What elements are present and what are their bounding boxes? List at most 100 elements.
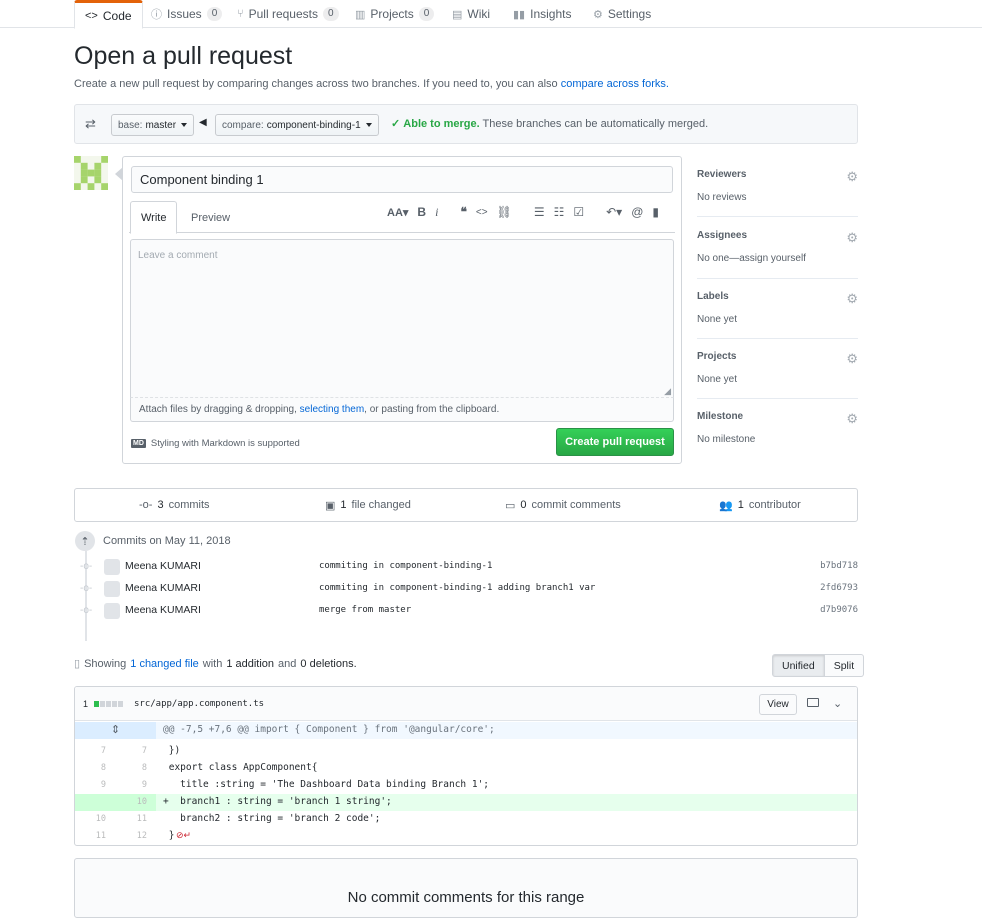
file-diff: 1 src/app/app.component.ts View ⌄ ⇕ @@ -… [74, 686, 858, 846]
tab-settings[interactable]: ⚙ Settings [593, 0, 651, 28]
comments-label: commit comments [531, 499, 621, 511]
merge-status-text: Able to merge. [403, 118, 480, 130]
quote-icon[interactable]: ❝ [460, 205, 466, 219]
line-code: export class AppComponent{ [163, 762, 318, 773]
display-rich-diff-icon[interactable] [807, 698, 819, 707]
numbered-list-icon[interactable]: ☷ [554, 205, 565, 219]
gear-icon[interactable]: ⚙ [846, 291, 858, 307]
compare-forks-link[interactable]: compare across forks. [561, 78, 669, 90]
new-line-number[interactable]: 7 [107, 746, 147, 756]
markdown-toolbar: AA▾ B i ❝ <> ⛓ ☰ ☷ ☑ ↶▾ @ ▮ [387, 203, 659, 221]
task-list-icon[interactable]: ☑ [573, 205, 584, 219]
comments-stat[interactable]: ▭ 0 commit comments [505, 489, 621, 521]
commit-author[interactable]: Meena KUMARI [125, 604, 201, 616]
tab-label: Wiki [467, 7, 491, 21]
tab-insights[interactable]: ▮▮ Insights [513, 0, 571, 28]
reply-icon[interactable]: ↶▾ [606, 205, 622, 219]
old-line-number[interactable]: 11 [75, 831, 106, 841]
commit-message[interactable]: merge from master [319, 605, 411, 615]
commit-sha[interactable]: b7bd718 [820, 561, 858, 571]
tab-preview[interactable]: Preview [181, 201, 240, 234]
new-line-number[interactable]: 11 [107, 814, 147, 824]
tab-code[interactable]: <> Code [74, 0, 143, 29]
attach-prefix: Attach files by dragging & dropping, [139, 404, 297, 415]
new-line-number[interactable]: 8 [107, 763, 147, 773]
split-view-button[interactable]: Split [824, 654, 865, 677]
code-icon[interactable]: <> [476, 207, 488, 218]
user-avatar[interactable] [74, 156, 108, 190]
comments-count: 0 [520, 499, 527, 511]
italic-icon[interactable]: i [435, 205, 438, 220]
contributors-stat[interactable]: 👥 1 contributor [719, 489, 801, 521]
markdown-note[interactable]: MD Styling with Markdown is supported [131, 438, 300, 449]
tab-issues[interactable]: ⓘ Issues 0 [151, 0, 223, 28]
pr-title-input[interactable] [131, 166, 673, 193]
sidebar-projects[interactable]: Projects ⚙ None yet [697, 351, 858, 385]
new-line-number[interactable]: 12 [107, 831, 147, 841]
avatar[interactable] [104, 559, 120, 575]
commit-author[interactable]: Meena KUMARI [125, 582, 201, 594]
new-line-number[interactable]: 10 [107, 797, 147, 807]
select-files-link[interactable]: selecting them [300, 404, 364, 415]
base-branch-select[interactable]: base: master [111, 114, 195, 136]
expand-icon[interactable]: ⇕ [75, 722, 156, 739]
tab-label: Issues [167, 7, 202, 21]
gear-icon[interactable]: ⚙ [846, 169, 858, 185]
old-line-number[interactable]: 10 [75, 814, 106, 824]
tab-wiki[interactable]: ▤ Wiki [452, 0, 490, 28]
comment-textarea[interactable]: Leave a comment ◢ [130, 239, 674, 398]
gear-icon[interactable]: ⚙ [846, 411, 858, 427]
comment-placeholder: Leave a comment [138, 250, 218, 261]
attach-files-bar[interactable]: Attach files by dragging & dropping, sel… [130, 398, 674, 422]
old-line-number[interactable]: 7 [75, 746, 106, 756]
resize-handle-icon[interactable]: ◢ [664, 386, 671, 397]
subtitle-text: Create a new pull request by comparing c… [74, 78, 558, 90]
bullet-list-icon[interactable]: ☰ [534, 205, 545, 219]
sidebar-assignees[interactable]: Assignees ⚙ No one—assign yourself [697, 230, 858, 264]
view-file-button[interactable]: View [759, 694, 797, 715]
bold-icon[interactable]: B [417, 205, 426, 219]
avatar[interactable] [104, 603, 120, 619]
avatar[interactable] [104, 581, 120, 597]
sidebar-title: Assignees [697, 230, 748, 241]
issue-icon: ⓘ [151, 9, 162, 21]
bookmark-icon[interactable]: ▮ [652, 205, 659, 219]
compare-arrows-icon[interactable]: ⇄ [85, 116, 96, 132]
sidebar-labels[interactable]: Labels ⚙ None yet [697, 291, 858, 325]
commits-date: Commits on May 11, 2018 [103, 535, 231, 547]
commits-stat[interactable]: -o- 3 commits [139, 489, 210, 521]
chevron-down-icon[interactable]: ⌄ [833, 697, 842, 710]
markdown-icon: MD [131, 439, 146, 448]
compare-branch-select[interactable]: compare: component-binding-1 [215, 114, 379, 136]
commit-message[interactable]: commiting in component-binding-1 adding … [319, 583, 595, 593]
create-pull-request-button[interactable]: Create pull request [556, 428, 674, 456]
tab-label: Projects [370, 7, 414, 21]
commit-sha[interactable]: d7b9076 [820, 605, 858, 615]
tab-write[interactable]: Write [130, 201, 178, 234]
divider [697, 278, 858, 279]
mention-icon[interactable]: @ [631, 205, 643, 219]
new-line-number[interactable]: 9 [107, 780, 147, 790]
gear-icon[interactable]: ⚙ [846, 351, 858, 367]
commit-author[interactable]: Meena KUMARI [125, 560, 201, 572]
tab-projects[interactable]: ▥ Projects 0 [355, 0, 435, 28]
arrow-left-icon: ◀ [199, 117, 207, 128]
line-code: }) [163, 745, 181, 756]
text-size-icon[interactable]: AA▾ [387, 206, 408, 219]
sidebar-title: Milestone [697, 411, 744, 422]
old-line-number[interactable]: 9 [75, 780, 106, 790]
changed-files-link[interactable]: 1 changed file [130, 658, 199, 670]
sidebar-milestone[interactable]: Milestone ⚙ No milestone [697, 411, 858, 445]
commits-label: commits [168, 499, 210, 511]
old-line-number[interactable]: 8 [75, 763, 106, 773]
link-icon[interactable]: ⛓ [497, 205, 512, 219]
file-path[interactable]: src/app/app.component.ts [134, 699, 264, 709]
commit-sha[interactable]: 2fd6793 [820, 583, 858, 593]
graph-icon: ▮▮ [513, 8, 526, 21]
files-stat[interactable]: ▣ 1 file changed [325, 489, 411, 521]
sidebar-reviewers[interactable]: Reviewers ⚙ No reviews [697, 169, 858, 203]
unified-view-button[interactable]: Unified [772, 654, 825, 677]
gear-icon[interactable]: ⚙ [846, 230, 858, 246]
tab-pull-requests[interactable]: ⑂ Pull requests 0 [237, 0, 339, 28]
commit-message[interactable]: commiting in component-binding-1 [319, 561, 492, 571]
